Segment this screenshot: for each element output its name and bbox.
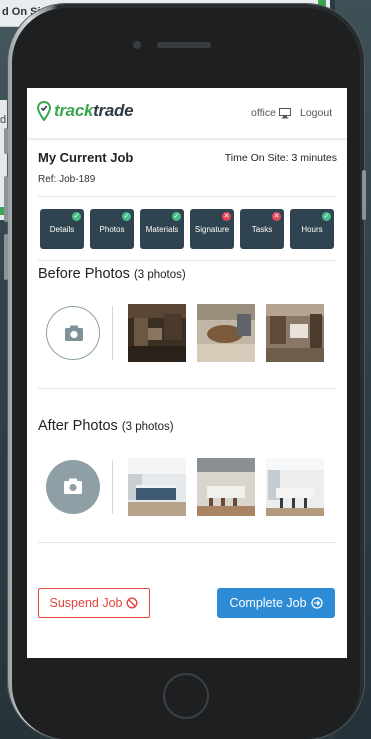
camera-icon	[64, 478, 82, 494]
volume-up-button	[4, 176, 8, 222]
before-photo-1[interactable]	[128, 304, 186, 362]
after-photos-heading: After Photos (3 photos)	[38, 418, 174, 434]
separator	[112, 306, 113, 360]
tab-hours[interactable]: Hours ✓	[290, 209, 334, 249]
logo-trade-text: trade	[93, 101, 134, 120]
app-header: tracktrade office Logout	[27, 88, 347, 138]
tab-label: Signature	[194, 224, 230, 234]
tab-label: Tasks	[251, 224, 273, 234]
suspend-job-label: Suspend Job	[49, 596, 123, 610]
check-icon: ✓	[72, 212, 81, 221]
divider	[38, 196, 336, 197]
tab-tasks[interactable]: Tasks ✕	[240, 209, 284, 249]
tab-photos[interactable]: Photos ✓	[90, 209, 134, 249]
after-photo-1[interactable]	[128, 458, 186, 516]
complete-job-button[interactable]: Complete Job	[217, 588, 335, 618]
divider	[38, 260, 336, 261]
suspend-job-button[interactable]: Suspend Job	[38, 588, 150, 618]
home-button[interactable]	[163, 673, 209, 719]
tab-label: Hours	[301, 224, 323, 234]
separator	[112, 460, 113, 514]
power-button	[362, 170, 366, 220]
earpiece-speaker	[157, 42, 211, 48]
ban-icon	[126, 597, 138, 609]
close-icon: ✕	[272, 212, 281, 221]
time-on-site: Time On Site: 3 minutes	[224, 152, 337, 164]
before-photo-2[interactable]	[197, 304, 255, 362]
front-camera	[133, 41, 141, 49]
add-after-photo-button[interactable]	[46, 460, 100, 514]
tab-signature[interactable]: Signature ✕	[190, 209, 234, 249]
tab-label: Materials	[145, 224, 179, 234]
volume-down-button	[4, 234, 8, 280]
before-photo-3[interactable]	[266, 304, 324, 362]
divider	[38, 542, 336, 543]
before-photos-title: Before Photos	[38, 266, 130, 282]
tab-materials[interactable]: Materials ✓	[140, 209, 184, 249]
app-screen: tracktrade office Logout My Current Job …	[27, 88, 347, 658]
after-photo-3[interactable]	[266, 458, 324, 516]
logo-wordmark: tracktrade	[54, 101, 134, 121]
check-icon: ✓	[322, 212, 331, 221]
before-photos-count: (3 photos)	[133, 269, 186, 281]
job-sections-tabs: Details ✓ Photos ✓ Materials ✓ Signature…	[40, 209, 334, 251]
tab-details[interactable]: Details ✓	[40, 209, 84, 249]
before-photos-heading: Before Photos (3 photos)	[38, 266, 186, 282]
logo-track-text: track	[54, 101, 94, 120]
tab-label: Details	[49, 224, 75, 234]
complete-job-label: Complete Job	[229, 596, 307, 610]
mute-switch	[4, 128, 8, 154]
monitor-icon	[278, 107, 291, 118]
add-before-photo-button[interactable]	[46, 306, 100, 360]
tab-label: Photos	[99, 224, 125, 234]
background-document-2-label: d	[0, 114, 7, 126]
logout-link[interactable]: Logout	[300, 107, 332, 119]
job-title: My Current Job	[38, 150, 134, 165]
check-icon: ✓	[172, 212, 181, 221]
check-icon: ✓	[122, 212, 131, 221]
location-pin-icon	[37, 101, 51, 121]
after-photo-2[interactable]	[197, 458, 255, 516]
office-link[interactable]: office	[251, 107, 291, 119]
close-icon: ✕	[222, 212, 231, 221]
arrow-circle-right-icon	[310, 597, 323, 609]
camera-icon	[65, 325, 83, 341]
after-photos-title: After Photos	[38, 418, 118, 434]
tracktrade-logo[interactable]: tracktrade	[37, 101, 134, 121]
job-reference: Ref: Job-189	[38, 174, 96, 185]
office-label: office	[251, 107, 276, 119]
after-photos-count: (3 photos)	[121, 421, 174, 433]
divider	[38, 388, 336, 389]
